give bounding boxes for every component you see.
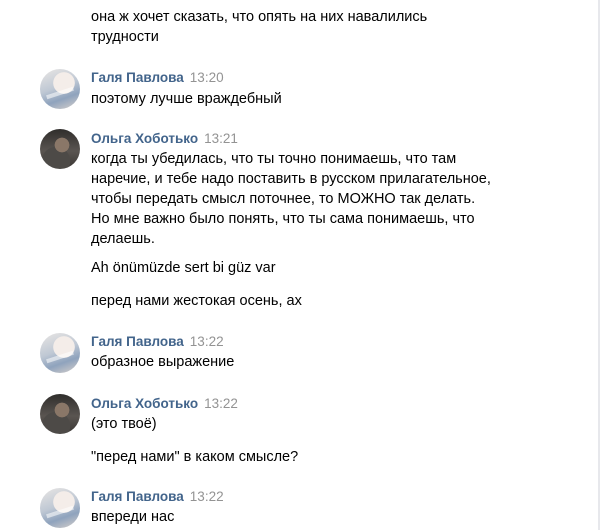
message-time[interactable]: 13:22 [190, 334, 224, 349]
author-name[interactable]: Ольга Хоботько [91, 396, 198, 411]
avatar[interactable] [40, 129, 80, 169]
avatar[interactable] [40, 394, 80, 434]
message-text-line: чтобы передать смысл поточнее, то МОЖНО … [91, 191, 476, 207]
message-text-line: делаешь. [91, 231, 155, 247]
message-time[interactable]: 13:21 [204, 131, 238, 146]
message-header: Галя Павлова 13:22 [91, 332, 224, 352]
message-text-line: поэтому лучше враждебный [91, 91, 282, 107]
author-name[interactable]: Ольга Хоботько [91, 131, 198, 146]
avatar[interactable] [40, 488, 80, 528]
message-text-line: когда ты убедилась, что ты точно понимае… [91, 151, 457, 167]
panel-border [598, 0, 600, 530]
message-text-line: наречие, и тебе надо поставить в русском… [91, 171, 491, 187]
message-text-line: Но мне важно было понять, что ты сама по… [91, 211, 475, 227]
message-text-line: впереди нас [91, 509, 175, 525]
message-time[interactable]: 13:22 [190, 489, 224, 504]
author-name[interactable]: Галя Павлова [91, 70, 184, 85]
message-text-line: она ж хочет сказать, что опять на них на… [91, 9, 428, 25]
avatar[interactable] [40, 69, 80, 109]
message-text: Ah önümüzde sert bi güz var [91, 260, 276, 276]
message-header: Галя Павлова 13:22 [91, 487, 224, 507]
author-name[interactable]: Галя Павлова [91, 334, 184, 349]
message-text: перед нами жестокая осень, ах [91, 293, 302, 309]
message-header: Ольга Хоботько 13:22 [91, 394, 238, 414]
message-text-line: (это твоё) [91, 416, 157, 432]
avatar[interactable] [40, 333, 80, 373]
message-text-line: трудности [91, 29, 159, 45]
message-time[interactable]: 13:20 [190, 70, 224, 85]
chat-history: она ж хочет сказать, что опять на них на… [0, 0, 598, 530]
message-text-line: образное выражение [91, 354, 235, 370]
message-text: "перед нами" в каком смысле? [91, 449, 299, 465]
message-header: Ольга Хоботько 13:21 [91, 129, 238, 149]
message-header: Галя Павлова 13:20 [91, 68, 224, 88]
message-time[interactable]: 13:22 [204, 396, 238, 411]
author-name[interactable]: Галя Павлова [91, 489, 184, 504]
